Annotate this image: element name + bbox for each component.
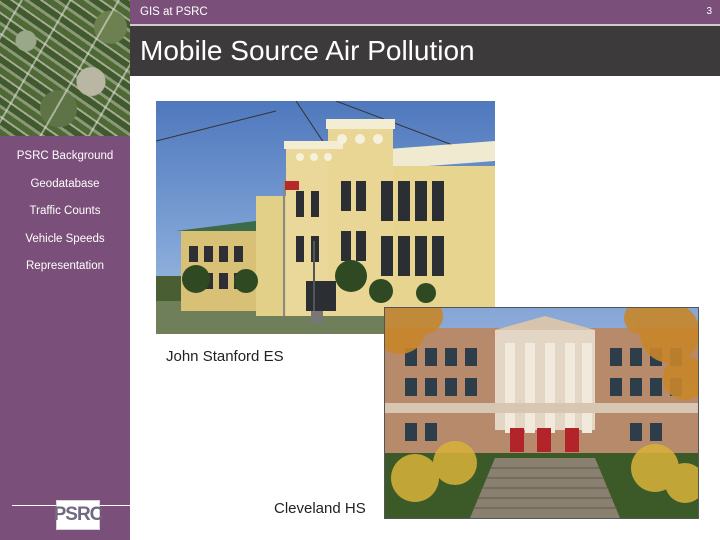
sidebar: PSRC Background Geodatabase Traffic Coun… <box>0 136 132 540</box>
school-building-illustration <box>156 101 495 334</box>
photo-caption-john-stanford: John Stanford ES <box>166 348 284 365</box>
school-photo-cleveland <box>384 307 699 519</box>
school-photo-john-stanford <box>156 101 495 334</box>
photo-caption-cleveland: Cleveland HS <box>274 500 366 517</box>
psrc-logo: PSRC <box>54 500 103 530</box>
header: GIS at PSRC 3 Mobile Source Air Pollutio… <box>130 0 720 76</box>
school-building-illustration-2 <box>385 308 698 518</box>
sidebar-item-vehicle-speeds[interactable]: Vehicle Speeds <box>0 233 130 245</box>
sidebar-item-geodatabase[interactable]: Geodatabase <box>0 178 130 190</box>
sidebar-item-representation[interactable]: Representation <box>0 260 130 272</box>
aerial-photo <box>0 0 130 136</box>
sidebar-item-psrc-background[interactable]: PSRC Background <box>0 150 130 162</box>
page-number: 3 <box>706 6 712 17</box>
breadcrumb: GIS at PSRC <box>140 6 208 18</box>
header-top-band: GIS at PSRC 3 <box>130 0 720 24</box>
page-title: Mobile Source Air Pollution <box>140 35 475 66</box>
header-divider <box>130 24 720 26</box>
sidebar-item-traffic-counts[interactable]: Traffic Counts <box>0 205 130 217</box>
